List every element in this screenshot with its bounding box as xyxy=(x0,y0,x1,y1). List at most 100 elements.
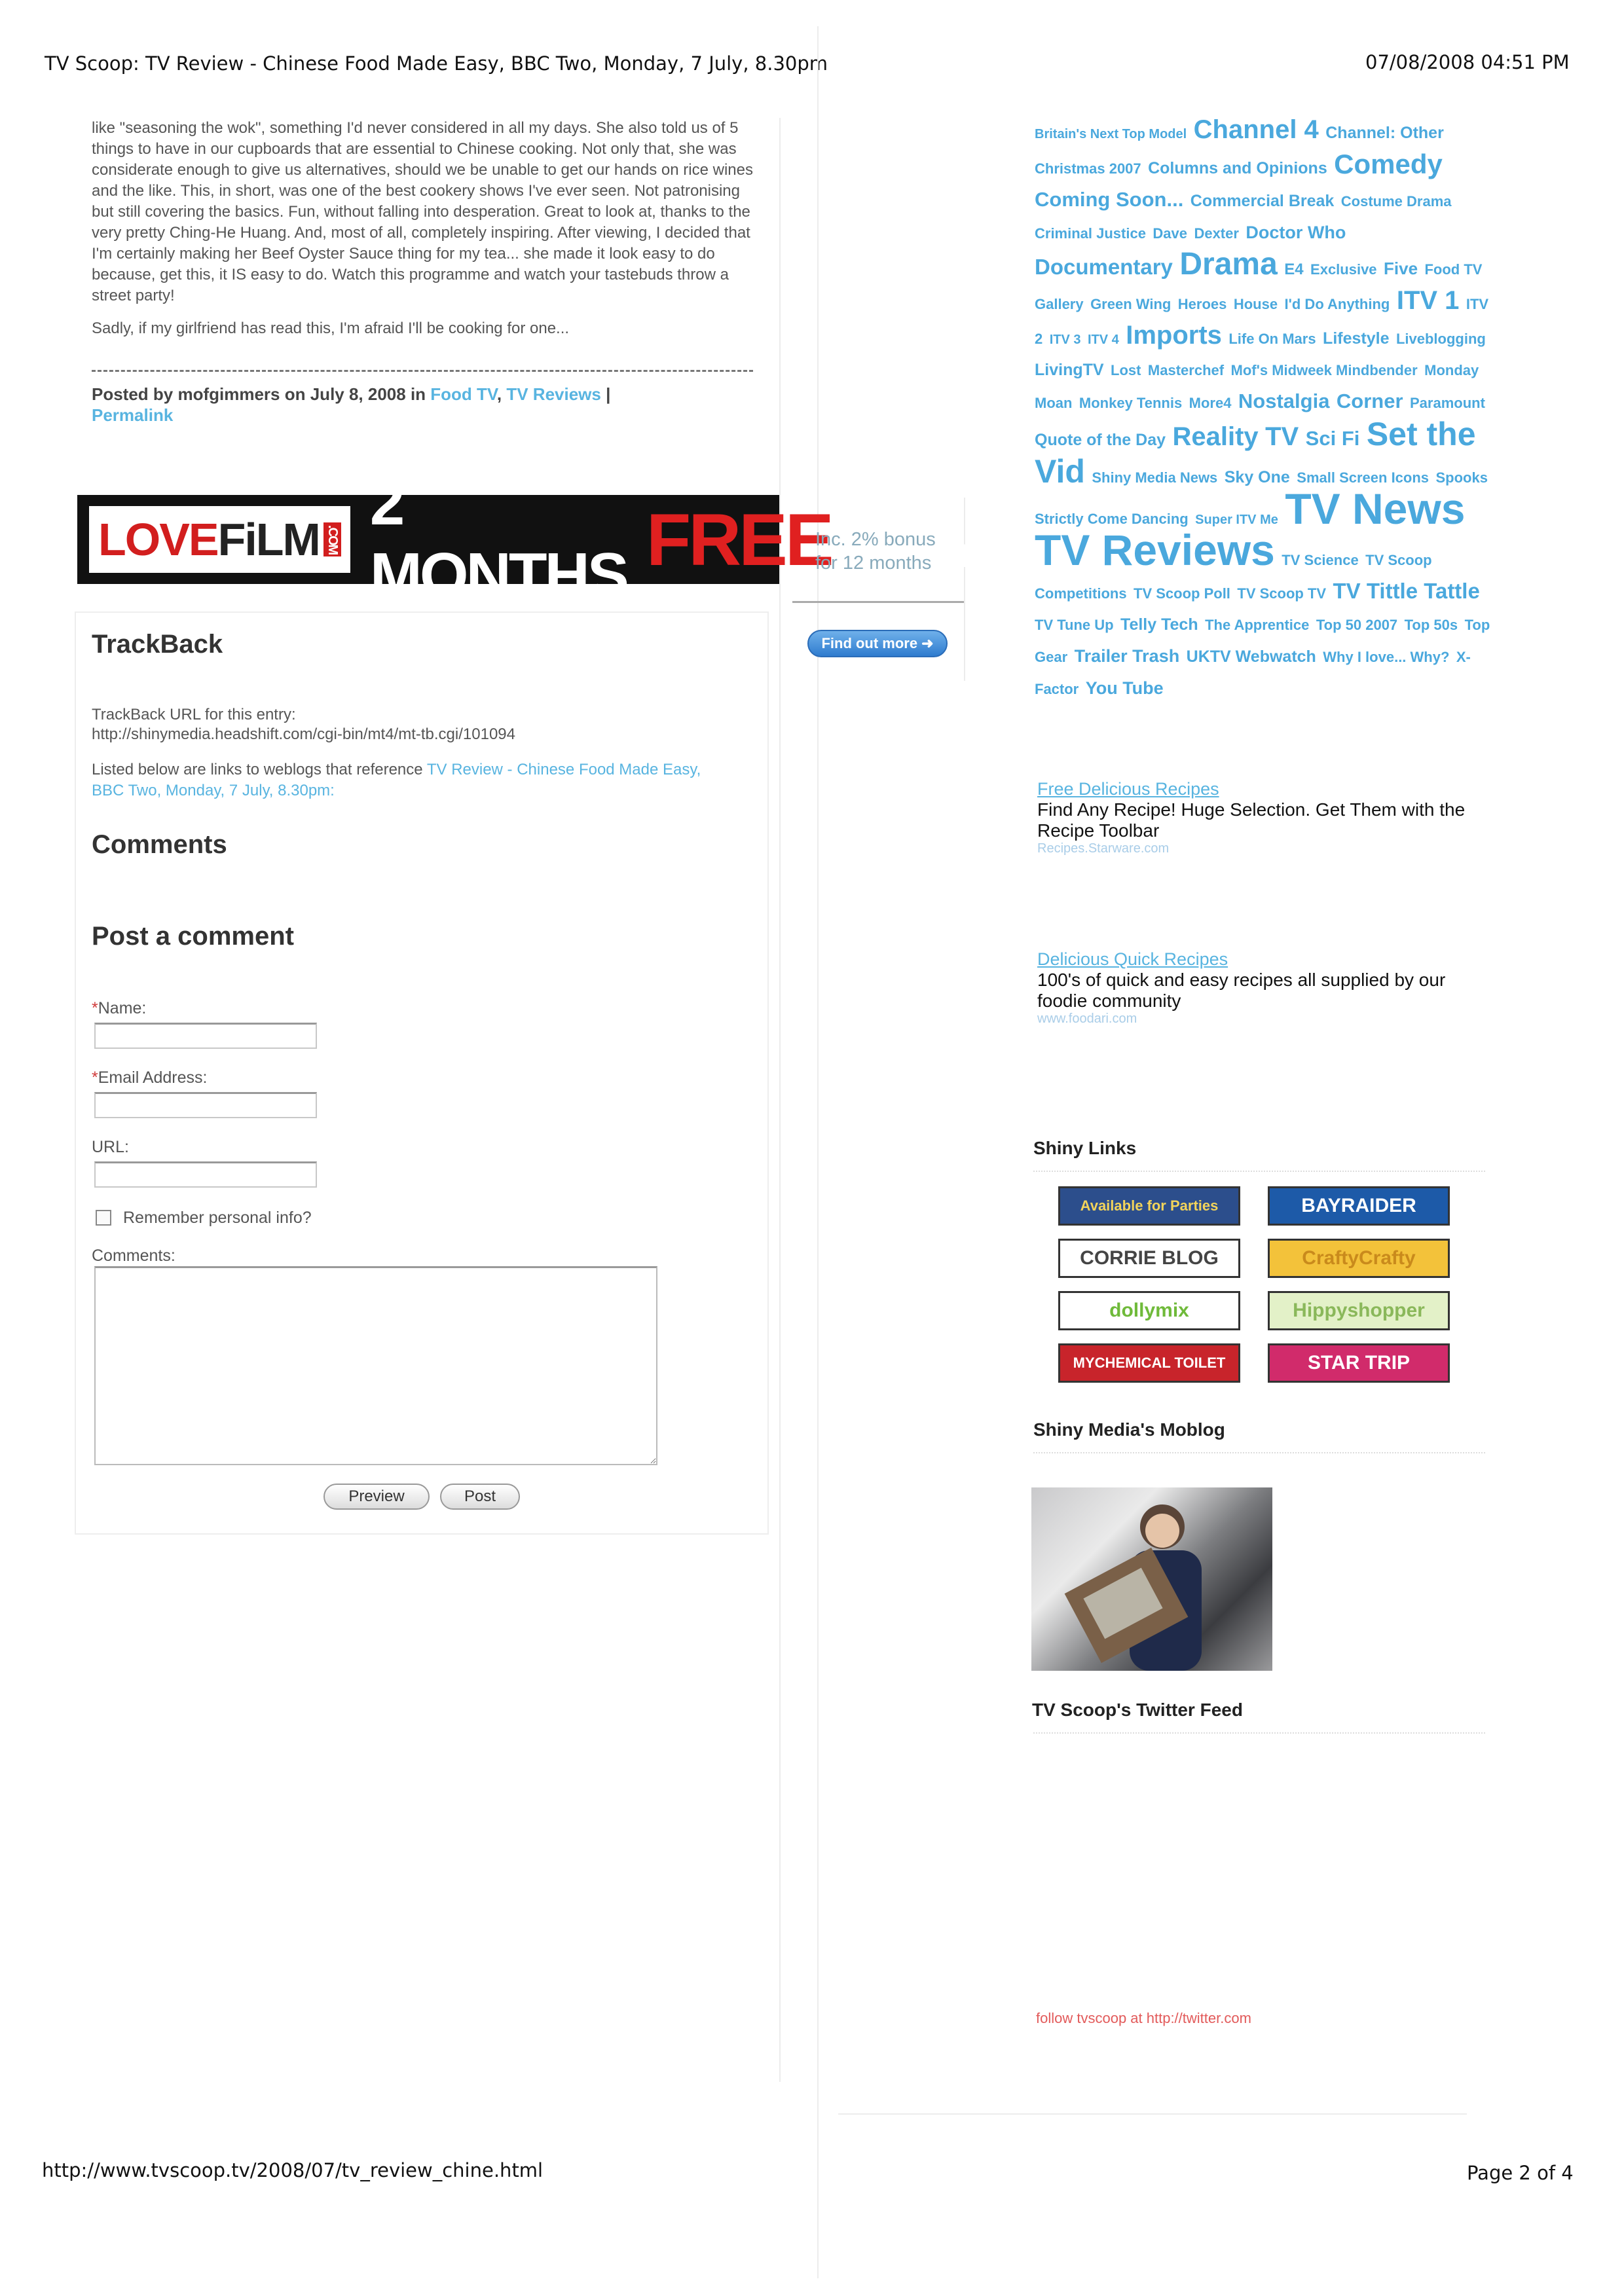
tag-link[interactable]: Sci Fi xyxy=(1306,427,1360,450)
tag-link[interactable]: You Tube xyxy=(1086,678,1164,698)
tag-link[interactable]: Food TV xyxy=(1424,261,1482,278)
tag-link[interactable]: TV Tune Up xyxy=(1035,617,1114,633)
shiny-link-badge[interactable]: STAR TRIP xyxy=(1268,1343,1450,1383)
sponsored-url[interactable]: Recipes.Starware.com xyxy=(1037,841,1483,856)
sponsored-desc: 100's of quick and easy recipes all supp… xyxy=(1037,970,1446,1011)
post-button[interactable]: Post xyxy=(440,1484,520,1510)
tag-link[interactable]: Liveblogging xyxy=(1396,331,1486,347)
tag-link[interactable]: TV Scoop Poll xyxy=(1134,585,1230,602)
shiny-link-badge[interactable]: MYCHEMICAL TOILET xyxy=(1058,1343,1240,1383)
tag-link[interactable]: Spooks xyxy=(1435,469,1487,486)
tag-link[interactable]: ITV 4 xyxy=(1088,333,1119,347)
lovefilm-ad-banner[interactable]: LOVE FiLM .COM 2 MONTHS FREE DVD RENTAL xyxy=(77,468,982,610)
shiny-link-badge[interactable]: dollymix xyxy=(1058,1291,1240,1330)
tag-link[interactable]: UKTV Webwatch xyxy=(1187,647,1316,666)
tag-link[interactable]: Britain's Next Top Model xyxy=(1035,127,1187,141)
tag-link[interactable]: TV Tittle Tattle xyxy=(1333,579,1480,603)
tag-link[interactable]: I'd Do Anything xyxy=(1285,296,1390,312)
find-out-more-button[interactable]: Find out more ➜ xyxy=(807,630,948,657)
tag-link[interactable]: Masterchef xyxy=(1148,362,1224,378)
tag-link[interactable]: Lost xyxy=(1111,362,1141,378)
tag-link[interactable]: LivingTV xyxy=(1035,361,1104,379)
post-comment-heading: Post a comment xyxy=(92,922,294,951)
sponsored-title[interactable]: Free Delicious Recipes xyxy=(1037,779,1483,799)
tag-link[interactable]: Christmas 2007 xyxy=(1035,160,1141,177)
tag-link[interactable]: Quote of the Day xyxy=(1035,431,1166,449)
sponsored-title[interactable]: Delicious Quick Recipes xyxy=(1037,949,1483,970)
tag-link[interactable]: E4 xyxy=(1284,261,1303,278)
shiny-link-badge[interactable]: CORRIE BLOG xyxy=(1058,1239,1240,1278)
tag-link[interactable]: Paramount xyxy=(1410,395,1485,411)
tag-link[interactable]: Doctor Who xyxy=(1246,223,1346,242)
tag-link[interactable]: Reality xyxy=(1172,422,1258,451)
sponsored-link-2[interactable]: Delicious Quick Recipes 100's of quick a… xyxy=(1037,949,1483,1027)
tag-link[interactable]: Columns and Opinions xyxy=(1148,159,1327,177)
tag-link[interactable]: Comedy xyxy=(1334,149,1443,179)
category-link-tv-reviews[interactable]: TV Reviews xyxy=(506,384,601,404)
tag-link[interactable]: ITV 1 xyxy=(1397,286,1460,315)
tag-link[interactable]: Exclusive xyxy=(1310,261,1377,278)
tag-link[interactable]: Gallery xyxy=(1035,296,1084,312)
name-label-text: Name: xyxy=(98,999,147,1017)
tag-link[interactable]: Five xyxy=(1384,259,1418,278)
url-field[interactable] xyxy=(94,1161,317,1188)
tag-link[interactable]: Drama xyxy=(1179,247,1277,282)
tag-link[interactable]: Channel 4 xyxy=(1194,115,1319,144)
tag-link[interactable]: Top 50 2007 xyxy=(1316,617,1397,633)
tag-link[interactable]: House xyxy=(1234,296,1278,312)
tag-link[interactable]: Coming Soon... xyxy=(1035,188,1183,211)
preview-button[interactable]: Preview xyxy=(323,1484,430,1510)
tag-link[interactable]: More4 xyxy=(1189,395,1232,411)
shiny-link-badge[interactable]: Available for Parties xyxy=(1058,1186,1240,1226)
tag-link[interactable]: Costume Drama xyxy=(1341,193,1452,210)
remember-checkbox[interactable] xyxy=(96,1210,111,1226)
tag-link[interactable]: Why I love... Why? xyxy=(1323,649,1449,665)
tag-link[interactable]: Telly Tech xyxy=(1120,615,1198,634)
tag-link[interactable]: Life On Mars xyxy=(1228,331,1316,347)
tag-link[interactable]: TV xyxy=(1265,422,1299,451)
permalink[interactable]: Permalink xyxy=(92,405,173,425)
tag-link[interactable]: Imports xyxy=(1126,321,1222,350)
tag-link[interactable]: Small Screen Icons xyxy=(1297,469,1429,486)
category-link-food-tv[interactable]: Food TV xyxy=(430,384,497,404)
twitter-follow-link[interactable]: follow tvscoop at http://twitter.com xyxy=(1036,2010,1251,2027)
sponsored-link-1[interactable]: Free Delicious Recipes Find Any Recipe! … xyxy=(1037,779,1483,856)
tag-link[interactable]: Heroes xyxy=(1178,296,1227,312)
tag-link[interactable]: Criminal Justice xyxy=(1035,225,1146,242)
tag-link[interactable]: Dexter xyxy=(1194,225,1238,242)
tag-link[interactable]: Dave xyxy=(1153,225,1187,242)
tag-link[interactable]: Monkey Tennis xyxy=(1079,395,1182,411)
tag-link[interactable]: Nostalgia xyxy=(1238,390,1330,412)
comments-textarea[interactable] xyxy=(94,1266,657,1465)
email-field[interactable] xyxy=(94,1092,317,1118)
tag-link[interactable]: Trailer Trash xyxy=(1075,646,1180,666)
shiny-link-badge[interactable]: CraftyCrafty xyxy=(1268,1239,1450,1278)
tag-link[interactable]: Documentary xyxy=(1035,255,1173,279)
tag-link[interactable]: Shiny Media News xyxy=(1092,469,1217,486)
tag-link[interactable]: Lifestyle xyxy=(1323,329,1389,348)
tag-link[interactable]: Mof's Midweek Mindbender xyxy=(1231,362,1418,378)
shiny-link-badge[interactable]: BAYRAIDER xyxy=(1268,1186,1450,1226)
tag-link[interactable]: Super ITV Me xyxy=(1195,513,1278,527)
remember-label: Remember personal info? xyxy=(123,1209,312,1227)
tag-link[interactable]: TV Reviews xyxy=(1035,526,1275,574)
tag-link[interactable]: Corner xyxy=(1337,390,1403,412)
tag-link[interactable]: Green Wing xyxy=(1090,296,1171,312)
tag-link[interactable]: Channel: Other xyxy=(1325,124,1444,142)
tag-link[interactable]: Top 50s xyxy=(1405,617,1458,633)
ad-side-text: Inc. 2% bonus for 12 months xyxy=(815,529,936,574)
sponsored-url[interactable]: www.foodari.com xyxy=(1037,1011,1483,1027)
tag-link[interactable]: Commercial Break xyxy=(1190,192,1335,210)
tag-link[interactable]: Sky One xyxy=(1225,468,1290,486)
ad-free-text: FREE xyxy=(646,498,834,581)
shiny-link-badge[interactable]: Hippyshopper xyxy=(1268,1291,1450,1330)
tag-link[interactable]: Strictly Come Dancing xyxy=(1035,511,1189,527)
post-body: like "seasoning the wok", something I'd … xyxy=(92,118,753,351)
tag-link[interactable]: The Apprentice xyxy=(1205,617,1309,633)
tag-link[interactable]: TV Scoop TV xyxy=(1237,585,1326,602)
moblog-photo[interactable] xyxy=(1031,1487,1272,1671)
name-field[interactable] xyxy=(94,1023,317,1049)
tag-link[interactable]: TV Science xyxy=(1282,552,1358,568)
tag-link[interactable]: TV News xyxy=(1285,484,1465,533)
tag-link[interactable]: ITV 3 xyxy=(1050,333,1081,347)
